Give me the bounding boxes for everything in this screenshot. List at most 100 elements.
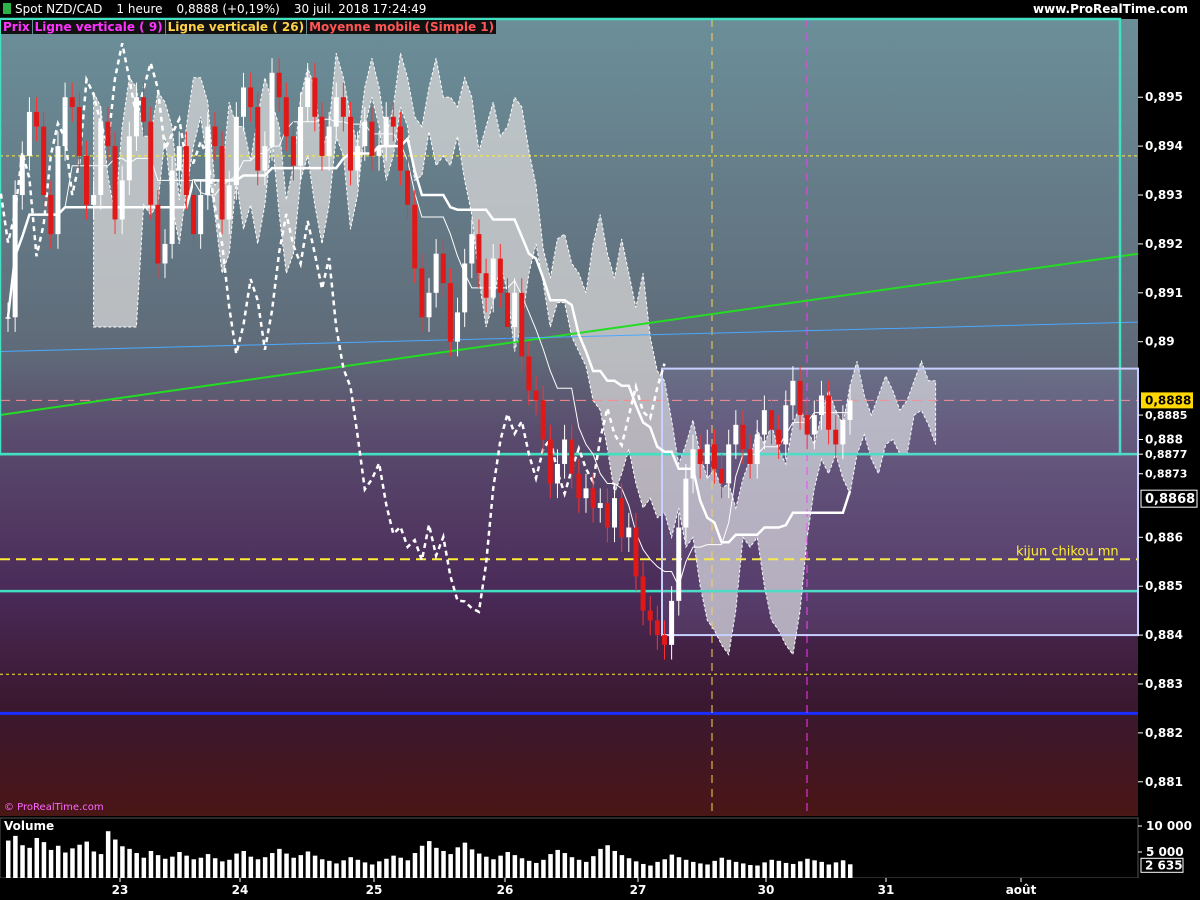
candle-body — [476, 234, 482, 274]
x-tick-label: 30 — [758, 883, 775, 897]
candle-body — [526, 356, 532, 391]
volume-bar — [705, 864, 710, 878]
volume-bar — [291, 857, 296, 878]
candle-body — [76, 107, 82, 156]
volume-tick-label: 10 000 — [1146, 819, 1192, 833]
volume-bar — [191, 859, 197, 878]
volume-bar — [790, 863, 796, 878]
volume-bar — [234, 853, 239, 878]
volume-bar — [619, 855, 625, 878]
volume-bar — [77, 844, 82, 878]
volume-bar — [70, 848, 75, 878]
volume-bar — [284, 853, 289, 878]
volume-bar — [63, 852, 68, 878]
x-tick-label: 26 — [497, 883, 514, 897]
candle-body — [198, 195, 204, 235]
volume-bar — [605, 845, 610, 878]
candle-body — [12, 195, 18, 318]
volume-bar — [127, 848, 132, 878]
candle-body — [376, 146, 382, 156]
candle-body — [726, 444, 732, 484]
volume-bar — [84, 841, 89, 878]
volume-bar — [6, 840, 11, 878]
x-tick-label: août — [1006, 883, 1037, 897]
volume-bar — [427, 841, 432, 878]
candle-body — [262, 146, 268, 171]
volume-bar — [248, 856, 254, 878]
volume-bar — [162, 858, 168, 878]
volume-bar — [534, 862, 539, 878]
volume-bar — [526, 860, 532, 878]
price-chart[interactable]: kijun chikou mn0,8950,8940,8930,8920,891… — [0, 0, 1200, 900]
price-label: 0,8877 — [1145, 448, 1187, 461]
candle-body — [133, 97, 139, 137]
candle-body — [326, 126, 332, 156]
volume-bar — [726, 859, 732, 878]
legend-item: Moyenne mobile (Simple 1) — [307, 20, 497, 34]
zone-box — [661, 367, 1139, 637]
candle-body — [205, 126, 211, 196]
volume-bar — [755, 865, 760, 878]
candle-body — [433, 253, 439, 293]
y-tick-label: 0,883 — [1145, 677, 1183, 691]
candle-body — [276, 72, 282, 98]
volume-bar — [840, 860, 846, 878]
volume-bar — [334, 863, 339, 878]
volume-bar — [598, 848, 603, 878]
candle-body — [669, 600, 675, 645]
volume-bar — [48, 849, 54, 878]
candle-body — [604, 503, 610, 528]
candle-body — [369, 121, 375, 156]
volume-bar — [712, 860, 717, 878]
candle-body — [34, 111, 40, 127]
candle-body — [112, 146, 118, 220]
volume-bar — [569, 857, 575, 878]
volume-bar — [319, 859, 325, 878]
y-tick-label: 0,89 — [1145, 335, 1175, 349]
volume-bar — [798, 861, 803, 878]
candle-body — [383, 116, 389, 147]
volume-bar — [555, 849, 560, 878]
volume-bar — [155, 855, 161, 878]
candle-body — [747, 449, 753, 464]
y-tick-label: 0,881 — [1145, 775, 1183, 789]
volume-bar — [255, 859, 261, 878]
candle-body — [298, 107, 304, 166]
y-tick-label: 0,882 — [1145, 726, 1183, 740]
candle-body — [269, 72, 275, 147]
candle-body — [333, 97, 339, 127]
candle-body — [319, 116, 325, 156]
candle-body — [704, 444, 710, 464]
candle-body — [640, 576, 646, 611]
watermark: © ProRealTime.com — [4, 802, 104, 813]
candle-body — [769, 410, 775, 430]
candle — [12, 180, 18, 332]
candle-body — [562, 439, 568, 464]
volume-bar — [412, 853, 418, 878]
volume-bar — [384, 858, 389, 878]
candle — [55, 131, 61, 249]
candle-body — [647, 610, 653, 621]
candle-body — [754, 434, 760, 464]
candle-body — [290, 136, 296, 166]
y-tick-label: 0,892 — [1145, 237, 1183, 251]
candle-body — [547, 439, 553, 484]
volume-bar — [220, 861, 225, 878]
volume-bar — [341, 860, 346, 878]
candle-body — [533, 390, 539, 401]
volume-bar — [391, 855, 396, 878]
volume-bar — [270, 853, 275, 878]
volume-bar — [469, 849, 475, 878]
legend-item: Ligne verticale ( 26) — [165, 20, 307, 34]
volume-bar — [641, 863, 646, 878]
y-tick-label: 0,885 — [1145, 579, 1183, 593]
volume-bar — [212, 858, 218, 878]
candle-body — [419, 268, 425, 318]
candle-body — [597, 503, 603, 508]
y-tick-label: 0,884 — [1145, 628, 1183, 642]
candle — [269, 58, 275, 161]
price-label: 0,8873 — [1145, 468, 1187, 481]
volume-bar — [683, 859, 689, 878]
volume-bar — [541, 859, 546, 878]
volume-bar — [355, 859, 361, 878]
